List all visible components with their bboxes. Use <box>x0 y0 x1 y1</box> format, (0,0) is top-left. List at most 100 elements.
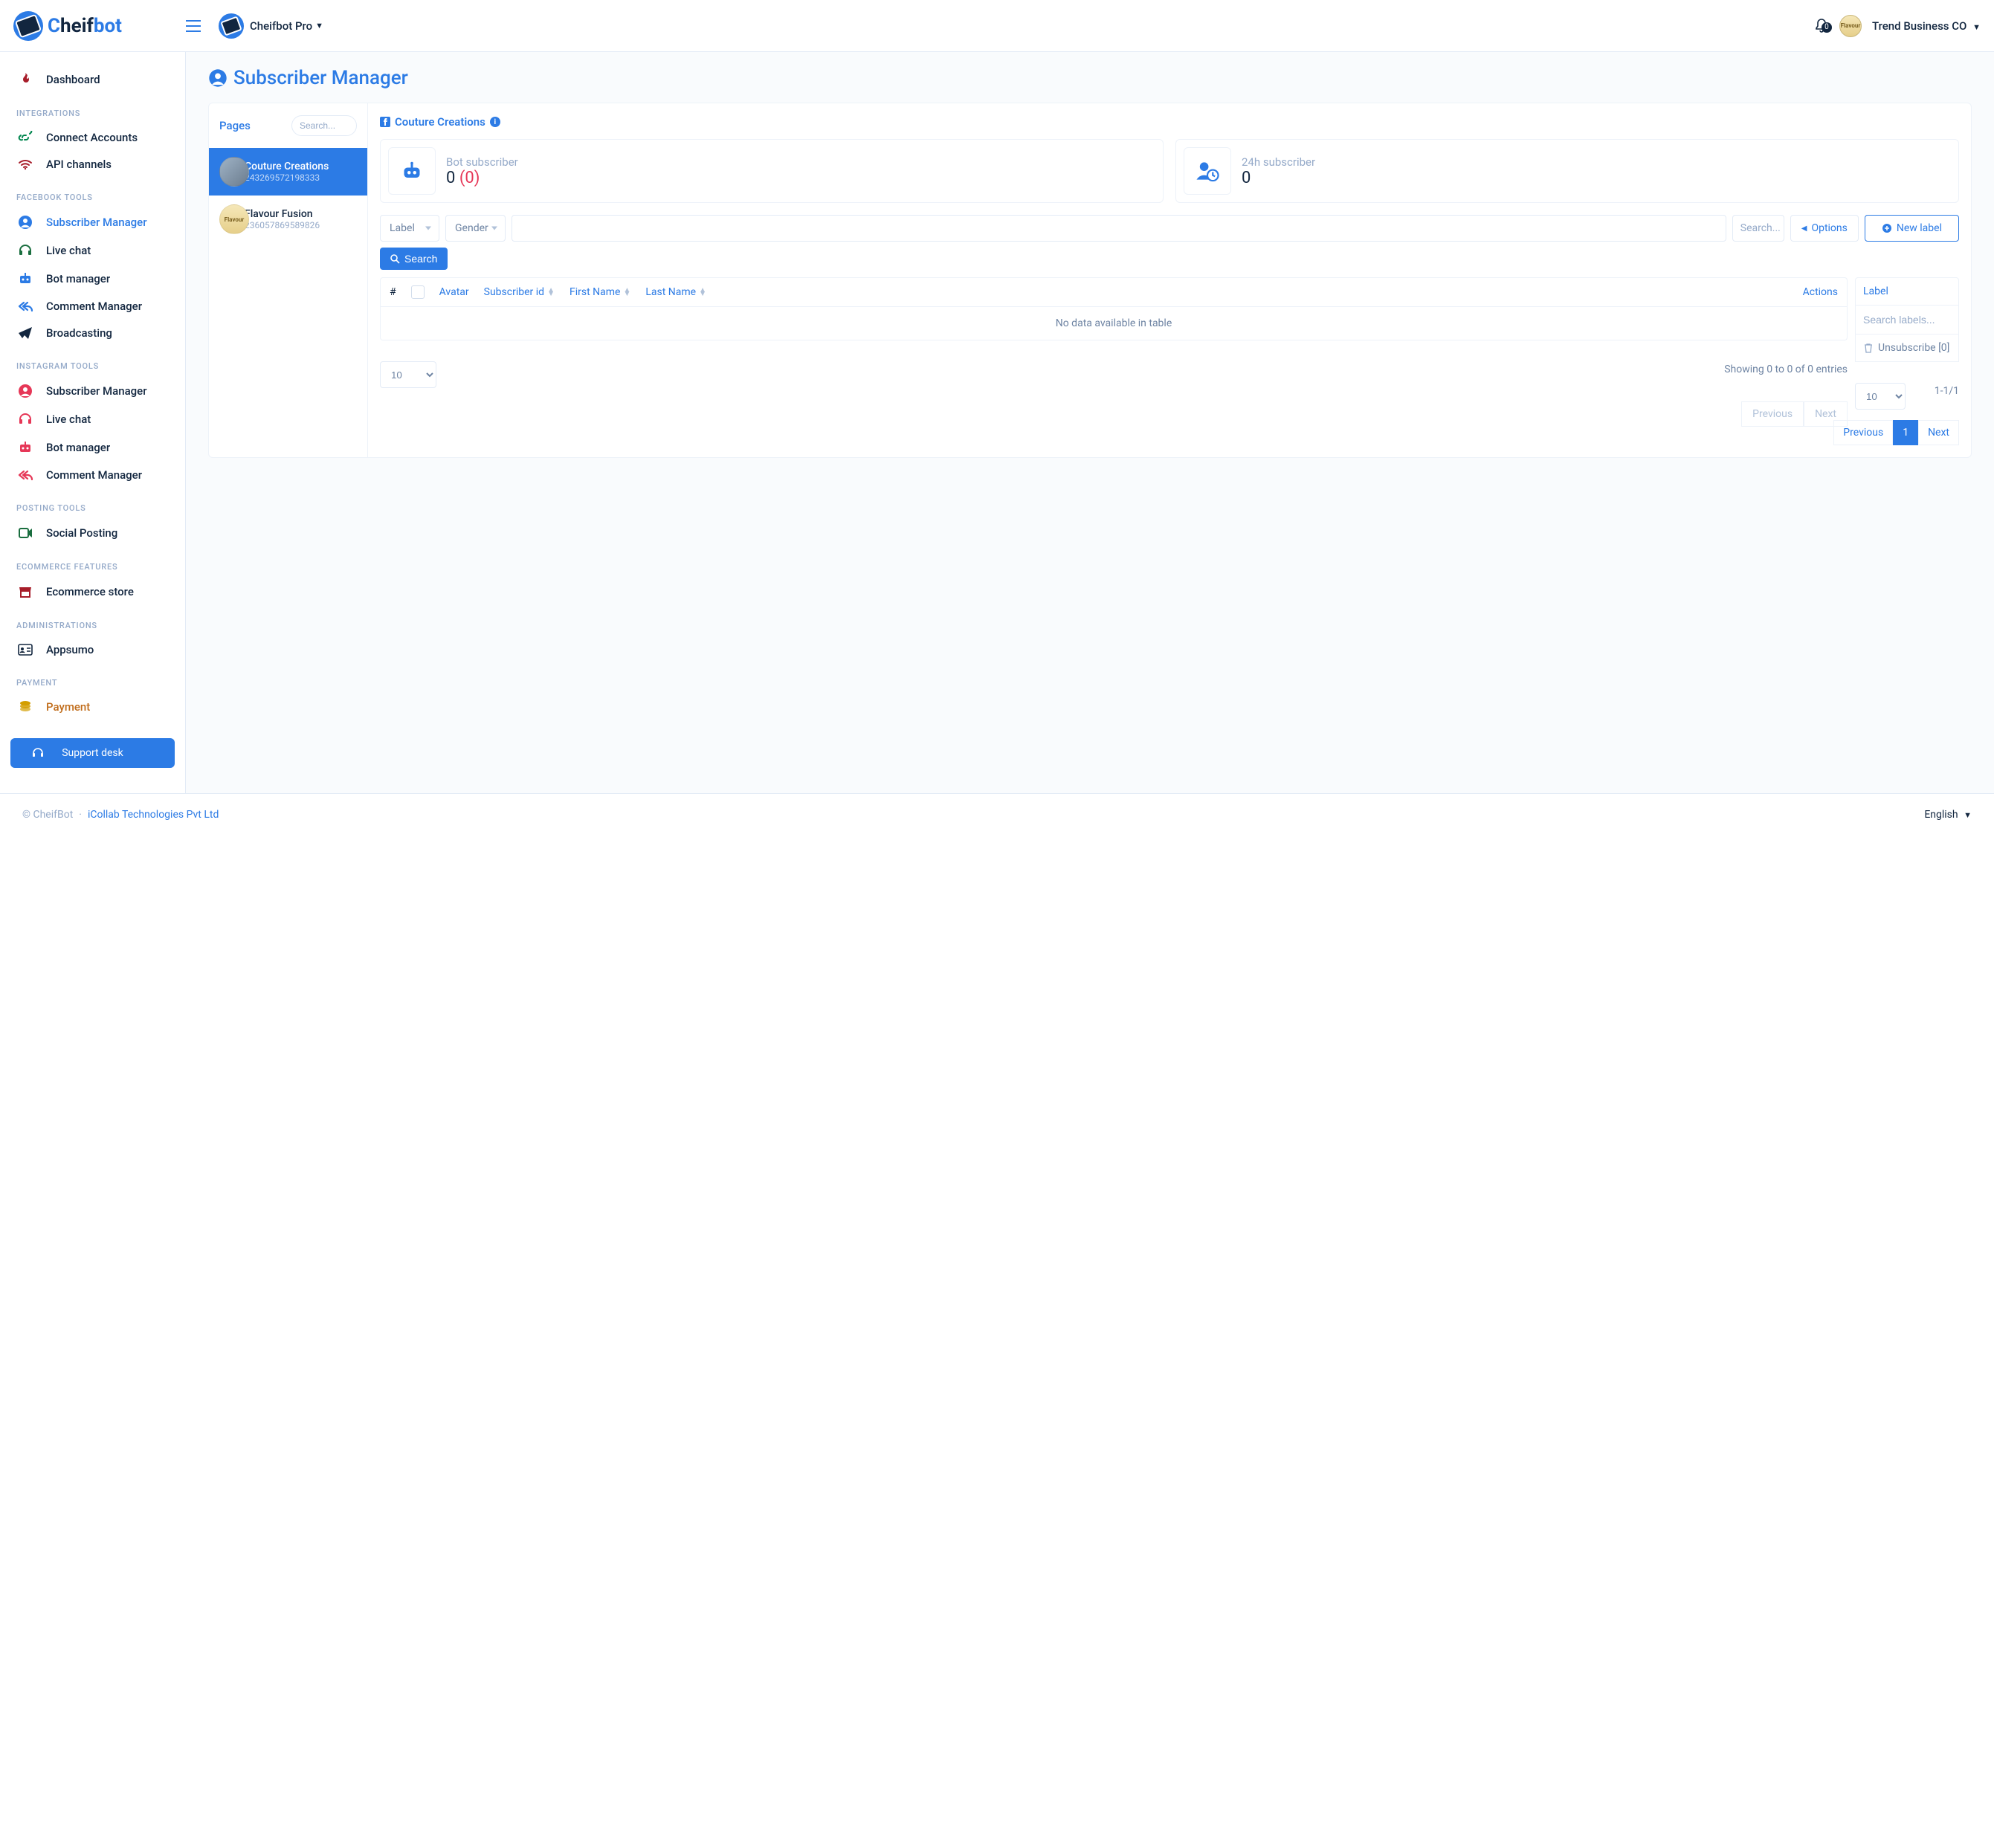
table-empty-row: No data available in table <box>380 307 1848 340</box>
filter-row: Label Gender Search... ◀ Options New lab… <box>380 215 1959 242</box>
wifi-icon <box>16 158 34 170</box>
col-last-name[interactable]: Last Name▲▼ <box>645 286 706 298</box>
sidebar-item-ig-comment-manager[interactable]: Comment Manager <box>0 462 185 488</box>
sidebar-item-connect-accounts[interactable]: Connect Accounts <box>0 124 185 151</box>
page-name: Couture Creations <box>245 161 329 172</box>
pages-heading: Pages <box>219 119 251 132</box>
label-filter[interactable]: Label <box>380 215 439 242</box>
sidebar-section-admin: ADMINISTRATIONS <box>0 606 185 636</box>
table-pager: Previous Next <box>380 401 1848 427</box>
account-avatar[interactable]: Flavour <box>1839 15 1862 37</box>
search-button[interactable]: Search <box>380 248 448 270</box>
menu-toggle-icon[interactable] <box>186 20 201 32</box>
headset-icon <box>31 746 45 760</box>
sidebar-label: Dashboard <box>46 73 100 86</box>
id-card-icon <box>16 644 34 656</box>
page-id: 236057869589826 <box>245 220 320 230</box>
sidebar-item-fb-subscriber-manager[interactable]: Subscriber Manager <box>0 208 185 236</box>
sidebar-label: Comment Manager <box>46 468 142 482</box>
prev-page-button[interactable]: Previous <box>1741 401 1804 427</box>
topbar: Cheifbot Cheifbot Pro ▼ 0 Flavour Trend … <box>0 0 1994 52</box>
footer-copyright: © CheifBot <box>22 809 73 821</box>
main: Subscriber Manager Pages Couture Creatio… <box>186 52 1994 793</box>
select-all-checkbox[interactable] <box>411 285 425 299</box>
subscribers-table: # Avatar Subscriber id▲▼ First Name▲▼ La… <box>380 277 1848 445</box>
labels-pager: Previous 1 Next <box>1855 420 1959 445</box>
account-menu[interactable]: Trend Business CO ▼ <box>1872 19 1981 33</box>
sort-icon: ▲▼ <box>547 288 555 296</box>
sidebar-item-fb-comment-manager[interactable]: Comment Manager <box>0 293 185 320</box>
col-subscriber-id[interactable]: Subscriber id▲▼ <box>484 286 555 298</box>
labels-search-input[interactable] <box>1856 306 1958 334</box>
product-icon <box>219 13 244 39</box>
sidebar-item-ig-live-chat[interactable]: Live chat <box>0 405 185 433</box>
content-panel: Couture Creations i Bot subscriber 0 (0) <box>368 103 1971 457</box>
user-clock-icon <box>1184 147 1231 195</box>
topbar-right: 0 Flavour Trend Business CO ▼ <box>1814 15 1981 37</box>
page-item-flavour[interactable]: Flavour Flavour Fusion 236057869589826 <box>209 196 367 243</box>
labels-prev-button[interactable]: Previous <box>1833 420 1893 445</box>
table-search-input[interactable]: Search... <box>1732 215 1784 242</box>
options-button[interactable]: ◀ Options <box>1790 215 1859 242</box>
labels-panel: Label Unsubscribe [0] 10 1-1/1 <box>1855 277 1959 445</box>
sidebar-item-ig-bot-manager[interactable]: Bot manager <box>0 433 185 462</box>
new-label-button[interactable]: New label <box>1865 215 1959 242</box>
reply-all-icon <box>16 469 34 481</box>
sidebar-section-payment: PAYMENT <box>0 663 185 694</box>
col-first-name[interactable]: First Name▲▼ <box>570 286 630 298</box>
page-size-select[interactable]: 10 <box>380 361 436 388</box>
col-actions: Actions <box>1803 286 1838 298</box>
labels-page-size-select[interactable]: 10 <box>1855 383 1906 410</box>
sidebar-label: Subscriber Manager <box>46 216 147 229</box>
info-icon[interactable]: i <box>490 117 500 127</box>
sidebar-item-ecommerce-store[interactable]: Ecommerce store <box>0 578 185 606</box>
footer-company-link[interactable]: iCollab Technologies Pvt Ltd <box>88 809 219 821</box>
sidebar-item-social-posting[interactable]: Social Posting <box>0 519 185 547</box>
sidebar-item-appsumo[interactable]: Appsumo <box>0 636 185 663</box>
notifications-button[interactable]: 0 <box>1814 18 1829 34</box>
page-item-couture[interactable]: Couture Creations 243269572198333 <box>209 148 367 196</box>
footer: © CheifBot · iCollab Technologies Pvt Lt… <box>0 793 1994 836</box>
trash-icon <box>1863 343 1874 354</box>
coins-icon <box>16 700 34 714</box>
labels-range: 1-1/1 <box>1935 385 1959 397</box>
logo-text: Cheifbot <box>48 15 122 37</box>
page-avatar <box>219 157 249 187</box>
pages-search-input[interactable] <box>291 115 357 136</box>
table-header: # Avatar Subscriber id▲▼ First Name▲▼ La… <box>380 277 1848 307</box>
sidebar-item-fb-bot-manager[interactable]: Bot manager <box>0 265 185 293</box>
headset-icon <box>16 412 34 427</box>
footer-sep: · <box>79 809 82 821</box>
chevron-left-icon: ◀ <box>1801 224 1807 233</box>
label-row-unsubscribe[interactable]: Unsubscribe [0] <box>1855 335 1959 362</box>
stat-value: 0 <box>1242 169 1315 187</box>
page-id: 243269572198333 <box>245 172 329 183</box>
sidebar-item-fb-live-chat[interactable]: Live chat <box>0 236 185 265</box>
user-circle-icon <box>16 215 34 230</box>
robot-icon <box>16 271 34 286</box>
labels-next-button[interactable]: Next <box>1918 420 1959 445</box>
stat-24h-subscriber: 24h subscriber 0 <box>1175 139 1959 203</box>
gender-filter[interactable]: Gender <box>445 215 506 242</box>
col-avatar[interactable]: Avatar <box>439 286 469 298</box>
logo[interactable]: Cheifbot <box>13 11 186 41</box>
sidebar-item-fb-broadcasting[interactable]: Broadcasting <box>0 320 185 346</box>
stat-value: 0 (0) <box>446 169 518 187</box>
account-name-text: Trend Business CO <box>1872 19 1966 33</box>
link-icon <box>16 131 34 144</box>
notification-count: 0 <box>1822 22 1832 33</box>
user-circle-icon <box>16 384 34 398</box>
sidebar-item-ig-subscriber-manager[interactable]: Subscriber Manager <box>0 377 185 405</box>
language-switcher[interactable]: English ▼ <box>1924 809 1972 821</box>
page-avatar: Flavour <box>219 204 249 234</box>
content-card: Pages Couture Creations 243269572198333 … <box>208 103 1972 458</box>
labels-page-1[interactable]: 1 <box>1893 420 1918 445</box>
sidebar-item-api-channels[interactable]: API channels <box>0 151 185 178</box>
robot-icon <box>16 440 34 455</box>
support-desk-button[interactable]: Support desk <box>10 738 175 768</box>
page-title: Subscriber Manager <box>208 67 1972 89</box>
sidebar-item-payment[interactable]: Payment <box>0 694 185 720</box>
sidebar-label: Appsumo <box>46 643 94 656</box>
product-switcher[interactable]: Cheifbot Pro ▼ <box>219 13 323 39</box>
sidebar-item-dashboard[interactable]: Dashboard <box>0 65 185 94</box>
